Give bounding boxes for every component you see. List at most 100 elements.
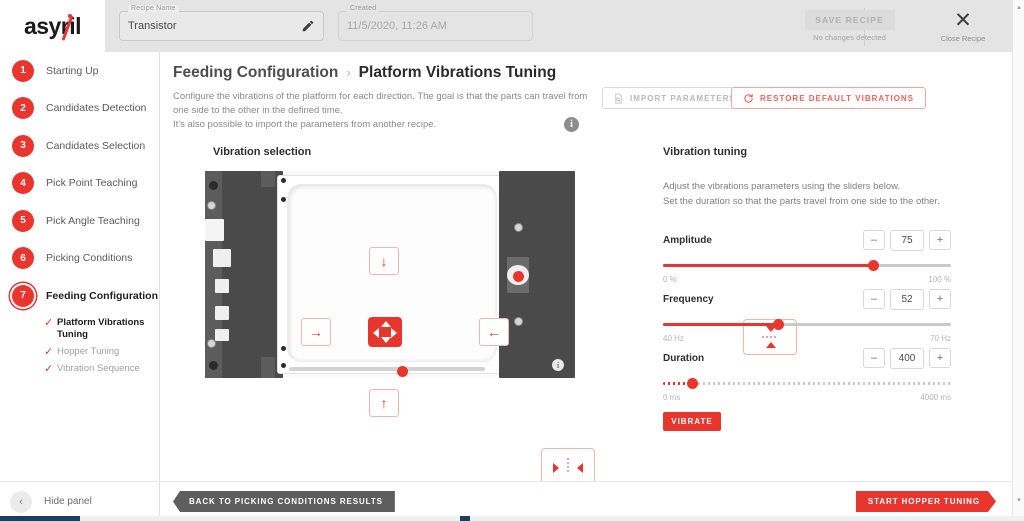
sidebar-item-starting-up[interactable]: 1 Starting Up — [0, 52, 159, 90]
sidebar-substeps: ✓ Platform Vibrations Tuning ✓ Hopper Tu… — [0, 315, 159, 375]
sidebar-item-candidates-detection[interactable]: 2 Candidates Detection — [0, 90, 159, 128]
step-number: 5 — [12, 209, 34, 232]
hide-panel-label: Hide panel — [44, 496, 92, 507]
close-recipe-button[interactable]: ✕ Close Recipe — [926, 6, 1000, 48]
horizontal-converge-button[interactable] — [541, 448, 595, 484]
amplitude-slider[interactable] — [663, 260, 951, 273]
amplitude-increment-button[interactable]: + — [929, 230, 951, 250]
sidebar-item-pick-point-teaching[interactable]: 4 Pick Point Teaching — [0, 165, 159, 203]
back-to-picking-conditions-button[interactable]: BACK TO PICKING CONDITIONS RESULTS — [173, 491, 395, 512]
frequency-max-label: 70 Hz — [930, 334, 951, 343]
screw-icon — [281, 346, 286, 351]
footer-bar: BACK TO PICKING CONDITIONS RESULTS START… — [160, 481, 1012, 521]
arrow-up-icon: ↑ — [380, 395, 388, 411]
refresh-icon — [744, 93, 753, 103]
platform-block — [215, 279, 229, 293]
vibration-tuning-description: Adjust the vibrations parameters using t… — [663, 181, 940, 207]
platform-block — [215, 306, 229, 320]
sidebar-item-pick-angle-teaching[interactable]: 5 Pick Angle Teaching — [0, 202, 159, 240]
slider-knob[interactable] — [686, 378, 698, 389]
platform-block — [215, 329, 229, 341]
amplitude-value[interactable]: 75 — [890, 229, 924, 251]
sidebar-item-label: Picking Conditions — [46, 252, 133, 265]
slider-track — [663, 382, 951, 385]
sidebar-item-candidates-selection[interactable]: 3 Candidates Selection — [0, 127, 159, 165]
check-icon: ✓ — [44, 362, 54, 375]
app-root: asyril Recipe Name Transistor Created 11… — [0, 0, 1024, 521]
sidebar-substep-platform-vibrations-tuning[interactable]: ✓ Platform Vibrations Tuning — [44, 317, 159, 341]
screw-icon — [514, 317, 523, 326]
duration-value[interactable]: 400 — [890, 347, 924, 369]
slider-knob[interactable] — [773, 319, 785, 330]
check-icon: ✓ — [44, 316, 54, 329]
parameter-amplitude: Amplitude – 75 + 0 % 100 % — [663, 228, 951, 284]
save-hint-text: No changes detected — [813, 33, 886, 42]
vibration-selection-title: Vibration selection — [213, 146, 312, 158]
sidebar-item-feeding-configuration[interactable]: 7 Feeding Configuration — [0, 277, 159, 315]
direction-button-down[interactable]: ↓ — [369, 247, 399, 275]
parameter-frequency: Frequency – 52 + 40 Hz 70 Hz — [663, 287, 951, 343]
import-parameters-button[interactable]: IMPORT PARAMETERS — [602, 87, 747, 109]
duration-increment-button[interactable]: + — [929, 348, 951, 368]
sidebar-item-label: Feeding Configuration — [46, 289, 158, 302]
save-recipe-button[interactable]: SAVE RECIPE — [804, 10, 895, 30]
scroll-up-icon[interactable]: ▴ — [1015, 4, 1023, 12]
sidebar-item-picking-conditions[interactable]: 6 Picking Conditions — [0, 240, 159, 278]
frequency-value[interactable]: 52 — [890, 288, 924, 310]
scroll-down-icon[interactable]: ▾ — [1015, 497, 1023, 505]
info-icon[interactable]: i — [564, 117, 579, 132]
sidebar-item-label: Candidates Detection — [46, 102, 147, 115]
slider-fill — [663, 264, 874, 267]
import-document-icon — [615, 92, 622, 104]
pencil-icon[interactable] — [301, 19, 315, 33]
sidebar-substep-label: Vibration Sequence — [57, 362, 140, 374]
vibrate-button[interactable]: VIBRATE — [663, 412, 721, 431]
recipe-name-label: Recipe Name — [128, 5, 179, 12]
direction-button-all-selected[interactable] — [368, 317, 402, 347]
frequency-decrement-button[interactable]: – — [863, 289, 885, 309]
close-icon: ✕ — [954, 9, 972, 32]
parameter-label: Frequency — [663, 293, 714, 305]
save-recipe-group: SAVE RECIPE No changes detected — [802, 10, 897, 42]
amplitude-min-label: 0 % — [663, 275, 677, 284]
direction-button-right[interactable]: → — [301, 318, 331, 346]
breadcrumb-parent[interactable]: Feeding Configuration — [173, 64, 338, 82]
breadcrumb-separator-icon: › — [346, 65, 351, 80]
check-icon: ✓ — [44, 345, 54, 358]
hide-panel-button[interactable]: ‹ Hide panel — [0, 481, 160, 521]
sidebar-substep-hopper-tuning[interactable]: ✓ Hopper Tuning — [44, 346, 159, 358]
direction-button-left[interactable]: ← — [479, 318, 509, 346]
import-parameters-label: IMPORT PARAMETERS — [630, 93, 736, 103]
frequency-slider[interactable] — [663, 319, 951, 332]
breadcrumb: Feeding Configuration › Platform Vibrati… — [173, 64, 556, 82]
duration-slider[interactable] — [663, 378, 951, 391]
platform-block — [205, 219, 224, 241]
taskbar-strip — [0, 516, 1024, 521]
restore-default-vibrations-button[interactable]: RESTORE DEFAULT VIBRATIONS — [731, 87, 927, 109]
screw-icon — [207, 201, 216, 210]
vibration-anchor-bottom — [397, 366, 408, 377]
recipe-name-field[interactable]: Recipe Name Transistor — [119, 5, 324, 41]
platform-right-frame: i — [499, 171, 575, 378]
platform-info-icon[interactable]: i — [552, 359, 564, 371]
app-logo: asyril — [0, 0, 105, 52]
platform-block — [261, 357, 275, 378]
sidebar-substep-vibration-sequence[interactable]: ✓ Vibration Sequence — [44, 363, 159, 375]
sidebar-substep-label: Hopper Tuning — [57, 345, 120, 357]
slider-knob[interactable] — [868, 260, 880, 271]
arrow-right-icon: → — [309, 324, 323, 340]
amplitude-max-label: 100 % — [928, 275, 951, 284]
slider-fill — [663, 323, 779, 326]
direction-button-up[interactable]: ↑ — [369, 389, 399, 417]
step-number: 1 — [12, 59, 34, 82]
platform-block — [213, 249, 231, 267]
amplitude-decrement-button[interactable]: – — [863, 230, 885, 250]
duration-decrement-button[interactable]: – — [863, 348, 885, 368]
close-recipe-label: Close Recipe — [940, 34, 986, 43]
page-description: Configure the vibrations of the platform… — [173, 91, 588, 130]
step-number: 7 — [12, 284, 34, 307]
page-scrollbar[interactable]: ▴ ▾ — [1012, 0, 1024, 521]
sidebar-item-label: Candidates Selection — [46, 139, 146, 152]
start-hopper-tuning-button[interactable]: START HOPPER TUNING — [856, 491, 996, 512]
frequency-increment-button[interactable]: + — [929, 289, 951, 309]
